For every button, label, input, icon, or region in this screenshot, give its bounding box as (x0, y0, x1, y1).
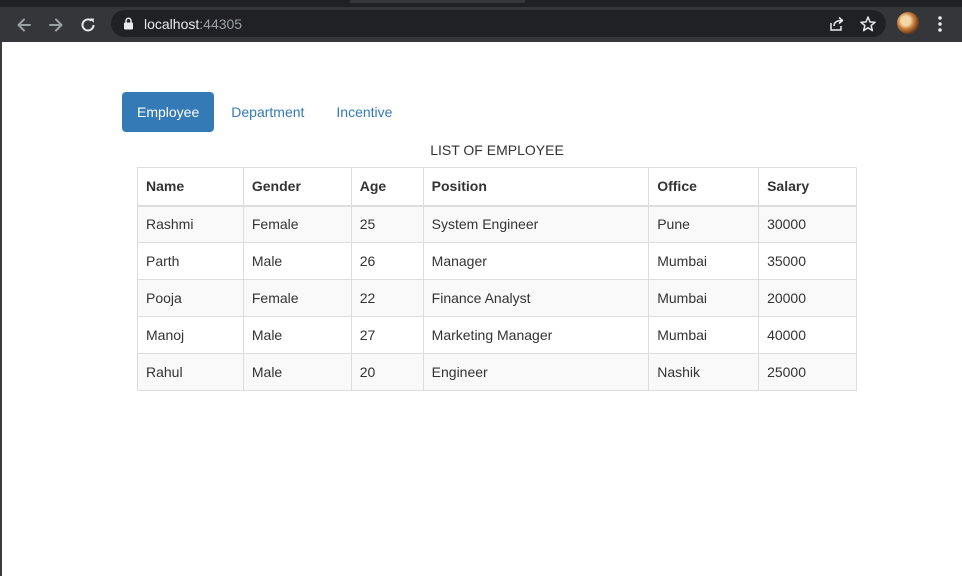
cell-salary: 35000 (758, 242, 857, 280)
table-header-row: Name Gender Age Position Office Salary (137, 167, 857, 207)
table-row: Manoj Male 27 Marketing Manager Mumbai 4… (137, 316, 857, 354)
url-host: localhost (144, 16, 200, 32)
cell-office: Mumbai (648, 279, 760, 317)
cell-age: 22 (350, 279, 424, 317)
cell-office: Pune (648, 205, 760, 243)
arrow-left-icon (15, 16, 33, 34)
tab-department[interactable]: Department (216, 92, 319, 132)
tab-employee[interactable]: Employee (122, 92, 215, 132)
reload-icon (79, 16, 97, 34)
cell-position: System Engineer (422, 205, 650, 243)
column-header-position: Position (422, 167, 650, 207)
cell-name: Rahul (137, 353, 244, 391)
tab-incentive[interactable]: Incentive (321, 92, 407, 132)
column-header-age: Age (350, 167, 424, 207)
table-row: Pooja Female 22 Finance Analyst Mumbai 2… (137, 279, 857, 317)
column-header-office: Office (648, 167, 760, 207)
cell-name: Pooja (137, 279, 244, 317)
column-header-gender: Gender (242, 167, 352, 207)
cell-name: Parth (137, 242, 244, 280)
share-icon[interactable] (828, 15, 846, 33)
table-row: Rashmi Female 25 System Engineer Pune 30… (137, 205, 857, 243)
cell-position: Finance Analyst (422, 279, 650, 317)
cell-position: Engineer (422, 353, 650, 391)
url-text: localhost:44305 (144, 16, 242, 32)
arrow-right-icon (47, 16, 65, 34)
cell-office: Mumbai (648, 242, 760, 280)
url-port: :44305 (199, 16, 243, 32)
cell-gender: Female (242, 279, 352, 317)
reload-button[interactable] (75, 12, 101, 38)
cell-gender: Male (242, 316, 352, 354)
cell-salary: 40000 (758, 316, 857, 354)
cell-age: 20 (350, 353, 424, 391)
cell-salary: 20000 (758, 279, 857, 317)
forward-button[interactable] (43, 12, 69, 38)
cell-position: Manager (422, 242, 650, 280)
cell-salary: 25000 (758, 353, 857, 391)
cell-gender: Male (242, 353, 352, 391)
profile-avatar[interactable] (897, 12, 919, 34)
bookmark-star-icon[interactable] (859, 15, 877, 33)
table-row: Rahul Male 20 Engineer Nashik 25000 (137, 353, 857, 391)
window-edge (0, 42, 2, 576)
column-header-name: Name (137, 167, 244, 207)
address-bar[interactable]: localhost:44305 (111, 10, 886, 37)
browser-active-tab-edge (350, 0, 525, 3)
cell-age: 26 (350, 242, 424, 280)
nav-tabs: Employee Department Incentive (122, 92, 409, 132)
column-header-salary: Salary (758, 167, 857, 207)
table-caption: LIST OF EMPLOYEE (430, 142, 564, 158)
menu-dots-icon[interactable] (933, 13, 947, 35)
cell-age: 25 (350, 205, 424, 243)
employee-table: Name Gender Age Position Office Salary R… (137, 167, 857, 391)
cell-age: 27 (350, 316, 424, 354)
cell-office: Mumbai (648, 316, 760, 354)
back-button[interactable] (11, 12, 37, 38)
cell-position: Marketing Manager (422, 316, 650, 354)
cell-name: Manoj (137, 316, 244, 354)
browser-toolbar: localhost:44305 (0, 7, 962, 42)
cell-salary: 30000 (758, 205, 857, 243)
cell-name: Rashmi (137, 205, 244, 243)
cell-office: Nashik (648, 353, 760, 391)
cell-gender: Female (242, 205, 352, 243)
cell-gender: Male (242, 242, 352, 280)
lock-icon (123, 17, 134, 35)
table-row: Parth Male 26 Manager Mumbai 35000 (137, 242, 857, 280)
